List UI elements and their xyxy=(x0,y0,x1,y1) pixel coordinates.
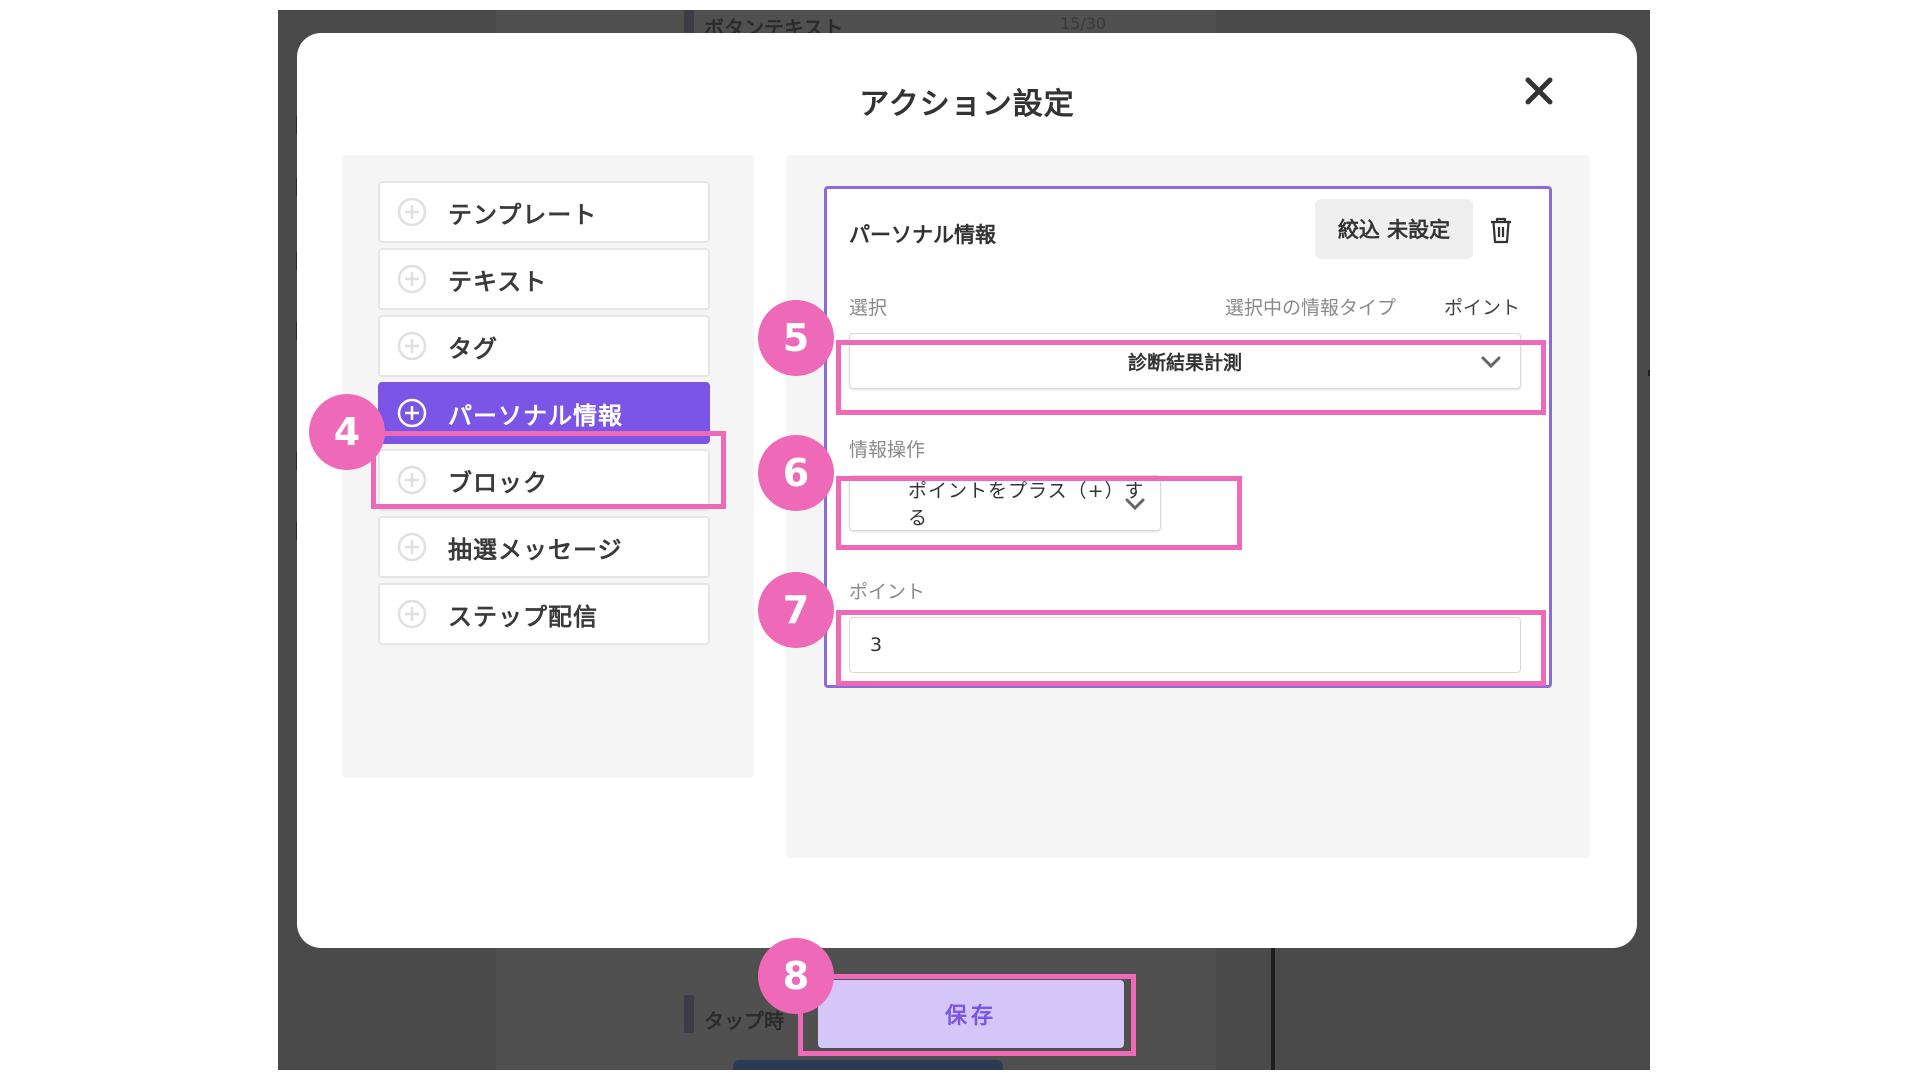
filter-button[interactable]: 絞込 未設定 xyxy=(1315,199,1473,259)
action-settings-modal: アクション設定 テンプレート テキスト タグ パーソナル情報 ブロック 抽選メッ… xyxy=(297,33,1637,948)
action-item-template[interactable]: テンプレート xyxy=(378,181,710,243)
plus-circle-icon xyxy=(396,598,428,630)
save-button[interactable]: 保存 xyxy=(818,980,1124,1048)
plus-circle-icon xyxy=(396,464,428,496)
action-item-step-delivery[interactable]: ステップ配信 xyxy=(378,583,710,645)
action-item-label: ステップ配信 xyxy=(448,602,598,631)
operation-select[interactable]: ポイントをプラス（+）する xyxy=(849,475,1161,531)
personal-info-select-value: 診断結果計測 xyxy=(1127,351,1242,374)
action-item-text[interactable]: テキスト xyxy=(378,248,710,310)
action-item-block[interactable]: ブロック xyxy=(378,449,710,511)
modal-title: アクション設定 xyxy=(859,87,1075,122)
action-type-list: テンプレート テキスト タグ パーソナル情報 ブロック 抽選メッセージ ステップ… xyxy=(342,155,754,778)
action-detail-panel: パーソナル情報 絞込 未設定 選択 選択中の情報タイプ ポイント 診断結果計測 … xyxy=(786,155,1590,858)
action-item-tag[interactable]: タグ xyxy=(378,315,710,377)
delete-button[interactable] xyxy=(1487,215,1515,245)
action-item-label: 抽選メッセージ xyxy=(448,535,623,564)
background-divider xyxy=(1271,935,1275,1070)
background-divider xyxy=(1648,370,1650,376)
action-item-label: テンプレート xyxy=(448,200,598,229)
background-tap-label: タップ時 xyxy=(704,1009,784,1033)
card-title: パーソナル情報 xyxy=(849,223,996,247)
personal-info-card: パーソナル情報 絞込 未設定 選択 選択中の情報タイプ ポイント 診断結果計測 … xyxy=(824,186,1552,688)
step-badge-6: 6 xyxy=(758,435,834,511)
select-label: 選択 xyxy=(849,297,888,319)
step-badge-7: 7 xyxy=(758,572,834,648)
operation-label: 情報操作 xyxy=(849,439,926,461)
background-button-text-count: 15/30 xyxy=(1060,14,1107,33)
chevron-down-icon xyxy=(1481,356,1501,369)
point-label: ポイント xyxy=(849,581,926,603)
step-badge-8: 8 xyxy=(758,938,834,1014)
plus-circle-icon xyxy=(396,330,428,362)
close-icon xyxy=(1525,77,1553,105)
plus-circle-icon xyxy=(396,263,428,295)
plus-circle-icon xyxy=(396,397,428,429)
action-item-lottery-message[interactable]: 抽選メッセージ xyxy=(378,516,710,578)
action-item-personal-info[interactable]: パーソナル情報 xyxy=(378,382,710,444)
step-badge-4: 4 xyxy=(309,394,385,470)
chevron-down-icon xyxy=(1125,498,1145,511)
action-item-label: パーソナル情報 xyxy=(448,401,623,430)
info-type-value: ポイント xyxy=(1444,297,1521,319)
info-type-label: 選択中の情報タイプ xyxy=(1225,297,1397,319)
action-item-label: テキスト xyxy=(448,267,548,296)
background-bar xyxy=(733,1060,1003,1070)
action-item-label: ブロック xyxy=(448,468,548,497)
plus-circle-icon xyxy=(396,531,428,563)
plus-circle-icon xyxy=(396,196,428,228)
operation-select-value: ポイントをプラス（+）する xyxy=(908,480,1145,529)
point-input[interactable]: 3 xyxy=(849,617,1521,673)
trash-icon xyxy=(1491,217,1511,244)
personal-info-select[interactable]: 診断結果計測 xyxy=(849,333,1521,389)
step-badge-5: 5 xyxy=(758,300,834,376)
close-button[interactable] xyxy=(1517,69,1561,113)
action-item-label: タグ xyxy=(448,334,498,363)
background-marker xyxy=(684,995,694,1033)
